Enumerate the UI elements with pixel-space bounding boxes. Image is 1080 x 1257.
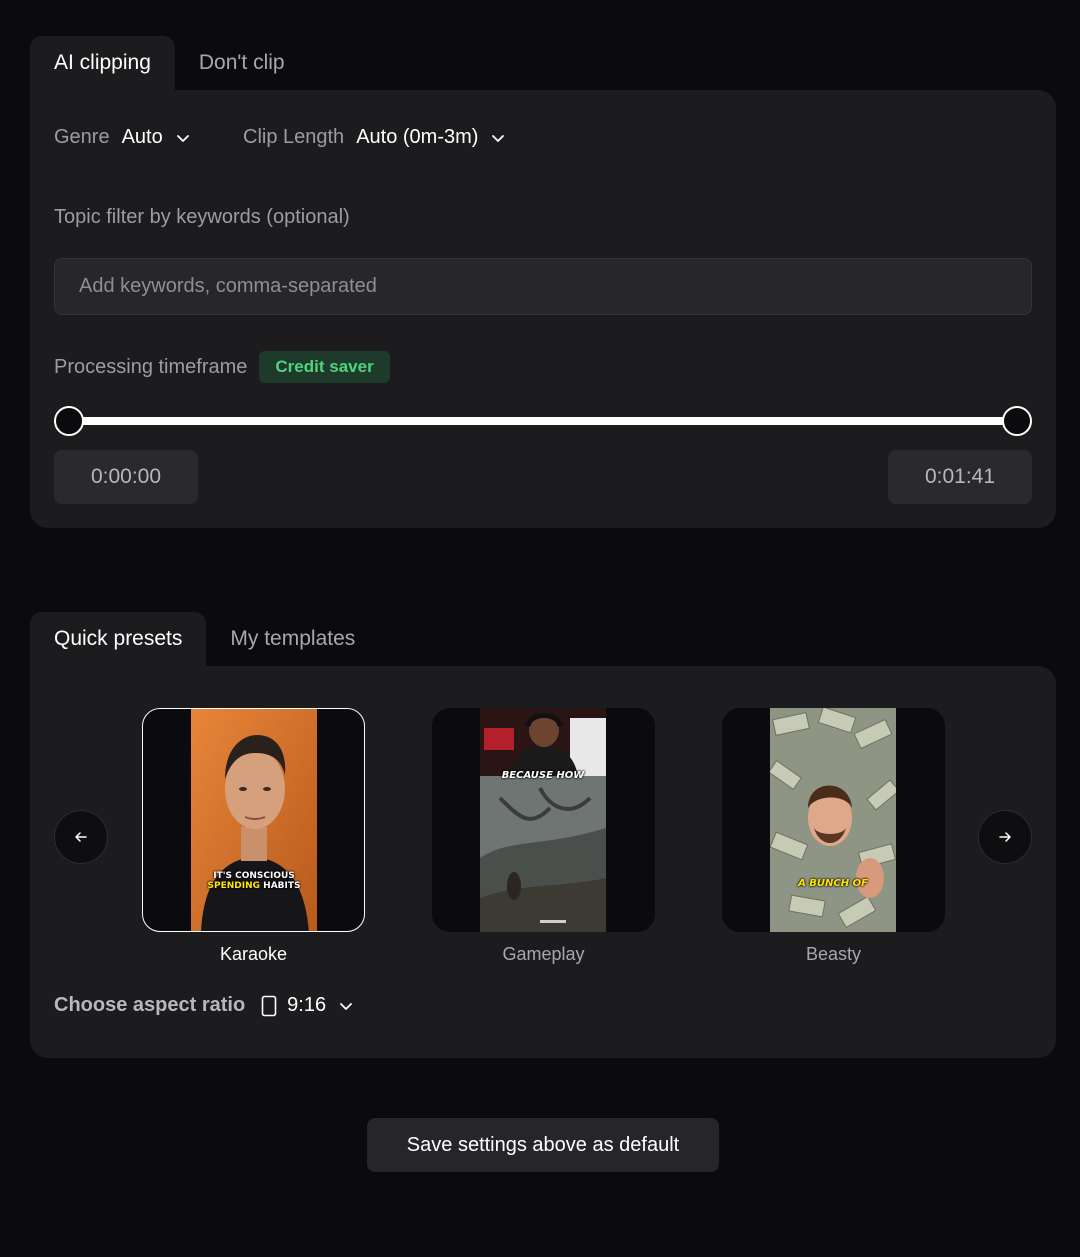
preset-tabs: Quick presets My templates: [30, 612, 379, 666]
preset-card-beasty[interactable]: A BUNCH OF: [722, 708, 945, 932]
money-pile-image: [770, 708, 896, 932]
aspect-ratio-label: Choose aspect ratio: [54, 994, 246, 1016]
carousel-next-button[interactable]: [978, 810, 1032, 864]
tab-ai-clipping[interactable]: AI clipping: [30, 36, 175, 90]
clip-length-label: Clip Length: [243, 126, 345, 148]
tab-dont-clip[interactable]: Don't clip: [175, 36, 309, 90]
keywords-input[interactable]: [54, 258, 1032, 315]
preset-card-gameplay[interactable]: BECAUSE HOW: [432, 708, 655, 932]
timeframe-label: Processing timeframe: [54, 355, 248, 378]
chevron-down-icon: [340, 1002, 353, 1010]
aspect-ratio-row: Choose aspect ratio 9:16: [54, 994, 356, 1017]
preset-label-gameplay: Gameplay: [502, 944, 585, 964]
preset-label-karaoke: Karaoke: [219, 944, 288, 964]
preset-card-karaoke[interactable]: IT'S CONSCIOUS SPENDING HABITS: [142, 708, 365, 932]
genre-dropdown[interactable]: Genre Auto: [54, 126, 193, 149]
karaoke-caption-highlight: SPENDING: [207, 881, 261, 891]
time-end-field[interactable]: 0:01:41: [888, 450, 1032, 504]
chevron-down-icon: [492, 134, 505, 142]
gameplay-caption: BECAUSE HOW: [501, 770, 585, 781]
gameplay-thumbnail: BECAUSE HOW: [480, 708, 606, 932]
credit-saver-badge: Credit saver: [259, 351, 390, 383]
presets-panel: IT'S CONSCIOUS SPENDING HABITS Karaoke B…: [30, 666, 1056, 1058]
timeframe-slider-track[interactable]: [68, 417, 1018, 425]
tab-quick-presets[interactable]: Quick presets: [30, 612, 207, 666]
karaoke-thumbnail: IT'S CONSCIOUS SPENDING HABITS: [191, 709, 317, 931]
portrait-phone-icon: [261, 995, 277, 1016]
aspect-ratio-value: 9:16: [287, 994, 327, 1016]
clip-length-value: Auto (0m-3m): [356, 126, 479, 148]
save-default-button[interactable]: Save settings above as default: [367, 1118, 719, 1172]
arrow-left-icon: [75, 832, 87, 842]
preset-label-beasty: Beasty: [805, 944, 862, 964]
timeframe-end-handle[interactable]: [1002, 406, 1032, 436]
karaoke-caption-line-3: HABITS: [263, 881, 301, 891]
karaoke-caption-line-1: IT'S CONSCIOUS: [213, 871, 295, 881]
clip-settings-panel: Genre Auto Clip Length Auto (0m-3m) Topi…: [30, 90, 1056, 528]
chevron-down-icon: [176, 134, 189, 142]
clip-length-dropdown[interactable]: Clip Length Auto (0m-3m): [243, 126, 508, 149]
carousel-prev-button[interactable]: [54, 810, 108, 864]
genre-label: Genre: [54, 126, 110, 148]
beasty-thumbnail: A BUNCH OF: [770, 708, 896, 932]
clip-mode-tabs: AI clipping Don't clip: [30, 36, 309, 90]
beasty-caption: A BUNCH OF: [798, 878, 868, 889]
gameplay-scene-image: [480, 708, 606, 932]
person-portrait-image: [191, 709, 317, 931]
topic-filter-label: Topic filter by keywords (optional): [54, 206, 350, 228]
tab-my-templates[interactable]: My templates: [206, 612, 379, 666]
arrow-right-icon: [999, 832, 1011, 842]
genre-value: Auto: [121, 126, 163, 148]
timeframe-header: Processing timeframe Credit saver: [54, 351, 390, 383]
time-start-field[interactable]: 0:00:00: [54, 450, 198, 504]
aspect-ratio-dropdown[interactable]: 9:16: [261, 994, 356, 1017]
timeframe-start-handle[interactable]: [54, 406, 84, 436]
